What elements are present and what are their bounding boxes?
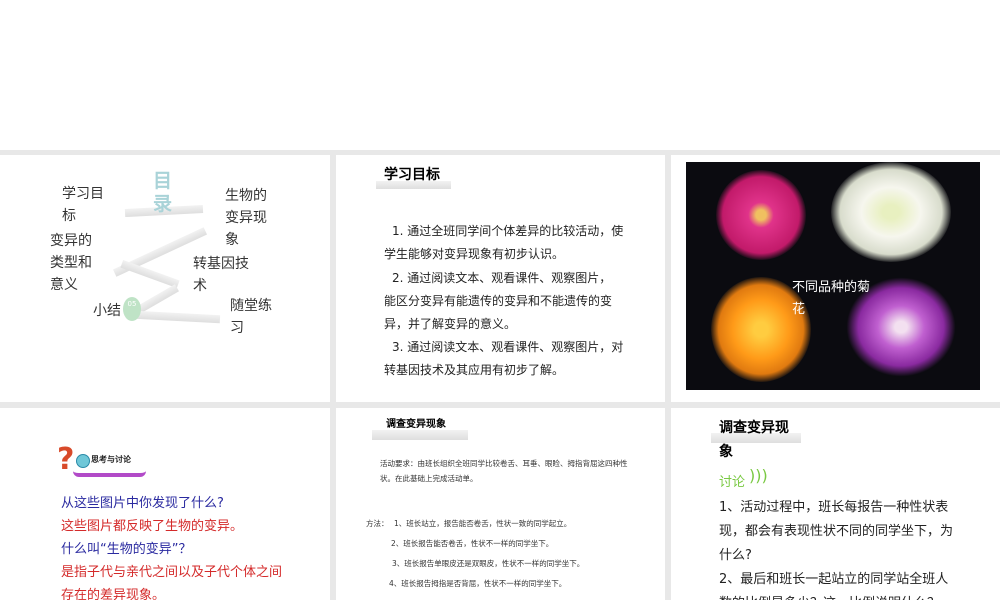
question-text: 2、最后和班长一起站立的同学站全班人数的比例是多少？这一比例说明什么？ [719,572,949,600]
decor-band [120,259,180,289]
method-step: 4、班长报告拇指是否背屈，性状不一样的同学坐下。 [389,579,567,588]
slide-sorter: 目录 学习目标 生物的变异现象 变异的类型和意义 转基因技术 小结 05 随堂练… [0,150,1000,600]
objective-text: 2. 通过阅读文本、观看课件、观察图片，能区分变异有能遗传的变异和不能遗传的变异… [384,271,613,331]
toc-title: 目录 [153,170,173,215]
slide-thumbnail-3[interactable]: 不同品种的菊花 [671,155,1000,402]
method-step: 1、班长站立，报告能否卷舌，性状一致的同学起立。 [394,519,572,528]
activity-requirement: 活动要求：由班长组织全班同学比较卷舌、耳垂、眼睑、拇指背屈这四种性状。在此基础上… [380,459,628,483]
objective-text: 1. 通过全班同学间个体差异的比较活动，使学生能够对变异现象有初步认识。 [384,224,624,261]
arrow-circle-icon [76,454,90,468]
slide-thumbnail-5[interactable]: 调查变异现象 活动要求：由班长组织全班同学比较卷舌、耳垂、眼睑、拇指背屈这四种性… [336,408,665,600]
answer-line: 是指子代与亲代之间以及子代个体之间存在的差异现象。 [61,565,283,600]
question-line: 从这些图片中你发现了什么? [61,496,224,511]
method-label: 方法： [366,519,389,528]
question-mark-icon: ? [57,442,75,477]
toc-item: 随堂练习 [230,298,272,336]
slide-title: 学习目标 [384,167,440,183]
toc-item: 学习目标 [62,186,104,224]
flower-white [831,162,951,262]
method-step: 3、班长报告单眼皮还是双眼皮，性状不一样的同学坐下。 [392,559,585,568]
slide-thumbnail-6[interactable]: 调查变异现象 讨论 ))) 1、活动过程中，班长每报告一种性状表现，都会有表现性… [671,408,1000,600]
flower-pink [716,170,806,260]
slide-thumbnail-1[interactable]: 目录 学习目标 生物的变异现象 变异的类型和意义 转基因技术 小结 05 随堂练… [0,155,330,402]
toc-item: 转基因技术 [193,256,249,294]
photo-caption: 不同品种的菊花 [792,280,871,317]
question-line: 什么叫“生物的变异”？ [61,542,192,557]
editor-blank-area [0,0,1000,150]
discussion-questions: 1、活动过程中，班长每报告一种性状表现，都会有表现性状不同的同学坐下，为什么? … [719,496,957,600]
decor-band [372,430,468,440]
slide-title: 调查变异现象 [386,419,446,430]
section-badge: 05 [123,297,141,321]
decor-band [136,284,179,314]
discussion-text: 从这些图片中你发现了什么? 这些图片都反映了生物的变异。 什么叫“生物的变异”？… [61,492,291,600]
toc-item: 变异的类型和意义 [50,233,92,293]
discussion-label: 讨论 [719,475,746,490]
method-step: 2、班长报告能否卷舌，性状不一样的同学坐下。 [391,539,554,548]
objective-text: 3. 通过阅读文本、观看课件、观察图片，对转基因技术及其应用有初步了解。 [384,340,624,377]
chrysanthemum-photo: 不同品种的菊花 [686,162,980,390]
discussion-banner: 思考与讨论 [91,455,131,464]
toc-item: 生物的变异现象 [225,188,267,248]
question-text: 1、活动过程中，班长每报告一种性状表现，都会有表现性状不同的同学坐下，为什么? [719,500,954,563]
slide-thumbnail-4[interactable]: ? 思考与讨论 从这些图片中你发现了什么? 这些图片都反映了生物的变异。 什么叫… [0,408,330,600]
sound-wave-icon: ))) [749,466,768,485]
slide-thumbnail-2[interactable]: 学习目标 1. 通过全班同学间个体差异的比较活动，使学生能够对变异现象有初步认识… [336,155,665,402]
answer-line: 这些图片都反映了生物的变异。 [61,519,244,534]
decor-band [134,310,221,324]
slide-title: 调查变异现象 [719,420,789,460]
